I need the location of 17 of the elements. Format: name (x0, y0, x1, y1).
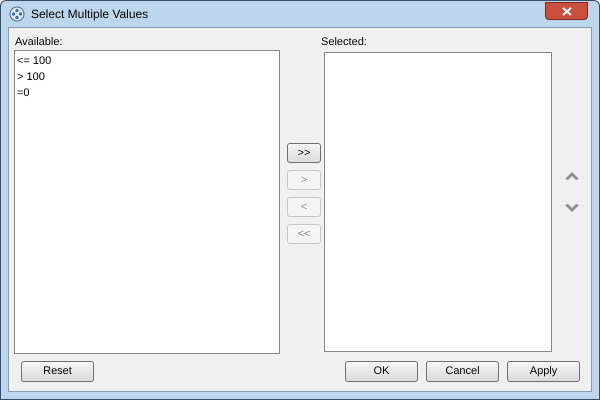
transfer-button[interactable]: >> (287, 143, 321, 163)
dialog-button[interactable]: OK (345, 361, 418, 382)
dialog-button[interactable]: Apply (507, 361, 580, 382)
move-down-icon[interactable] (564, 203, 580, 214)
list-item[interactable]: > 100 (17, 69, 279, 85)
available-list[interactable]: <= 100 > 100 =0 (14, 50, 280, 354)
move-up-icon[interactable] (564, 170, 580, 181)
list-item[interactable]: =0 (17, 85, 279, 101)
dialog-button[interactable]: Reset (21, 361, 94, 382)
app-icon (9, 6, 25, 22)
list-label: Available: (15, 36, 64, 49)
window-title: Select Multiple Values (31, 6, 148, 23)
list-label: Selected: (321, 36, 368, 49)
close-icon (562, 6, 572, 16)
dialog-button[interactable]: Cancel (426, 361, 499, 382)
list-item[interactable]: <= 100 (17, 53, 279, 69)
close-button[interactable] (545, 2, 588, 20)
